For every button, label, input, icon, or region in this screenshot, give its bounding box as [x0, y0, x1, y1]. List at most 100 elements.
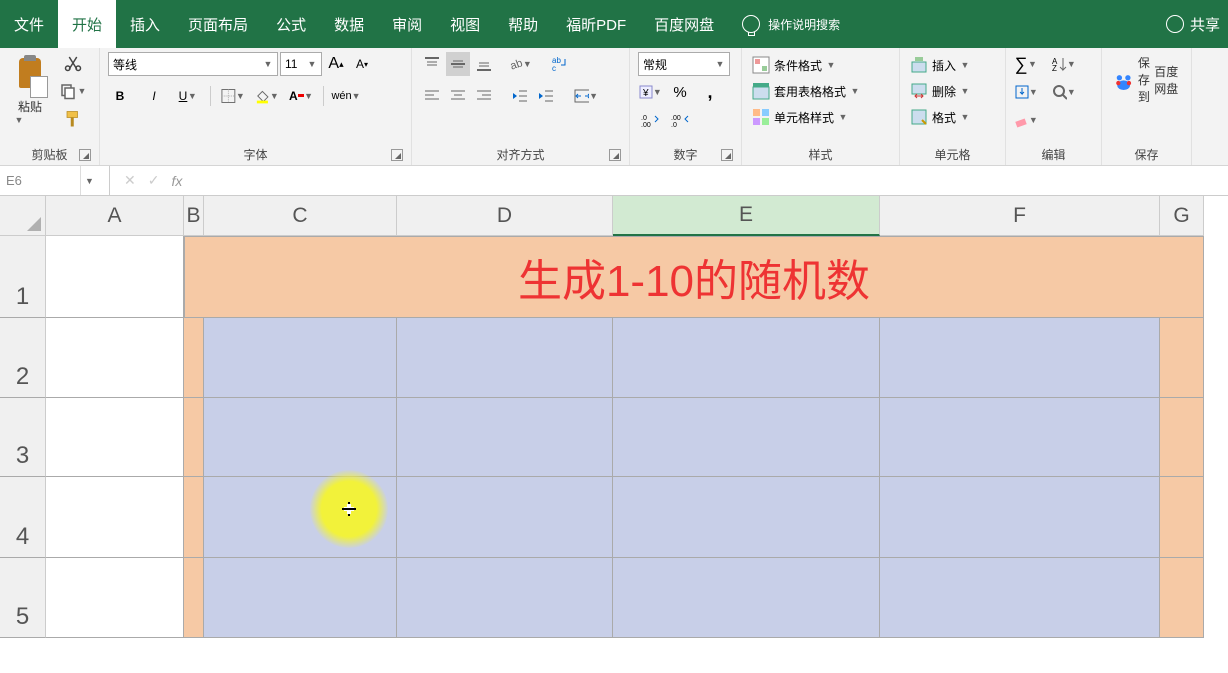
tab-review[interactable]: 审阅 [378, 0, 436, 48]
clear-button[interactable]: ▼ [1014, 108, 1038, 132]
cell[interactable] [46, 477, 184, 558]
cell[interactable] [397, 398, 613, 477]
orientation-button[interactable]: ab▼ [508, 52, 532, 76]
row-header[interactable]: 3 [0, 398, 46, 477]
cell[interactable] [613, 398, 880, 477]
align-middle-button[interactable] [446, 52, 470, 76]
increase-decimal-button[interactable]: .0.00 [638, 108, 662, 132]
column-header[interactable]: C [204, 196, 397, 236]
cell[interactable] [880, 477, 1160, 558]
fx-button[interactable]: fx [171, 173, 182, 189]
tell-me-search[interactable]: 操作说明搜索 [742, 15, 840, 33]
fill-color-button[interactable]: ▼ [255, 84, 279, 108]
align-top-button[interactable] [420, 52, 444, 76]
row-header[interactable]: 4 [0, 477, 46, 558]
cell[interactable] [880, 558, 1160, 638]
cell[interactable] [204, 398, 397, 477]
number-format-select[interactable]: 常规▼ [638, 52, 730, 76]
tab-baidu[interactable]: 百度网盘 [640, 0, 728, 48]
clipboard-launcher[interactable] [79, 149, 91, 161]
column-header[interactable]: A [46, 196, 184, 236]
merged-title-cell[interactable]: 生成1-10的随机数 [184, 236, 1204, 318]
sort-filter-button[interactable]: AZ▼ [1052, 52, 1076, 76]
tab-home[interactable]: 开始 [58, 0, 116, 48]
cell[interactable] [1160, 398, 1204, 477]
tab-help[interactable]: 帮助 [494, 0, 552, 48]
tab-insert[interactable]: 插入 [116, 0, 174, 48]
share-button[interactable]: 共享 [1166, 14, 1220, 35]
tab-file[interactable]: 文件 [0, 0, 58, 48]
decrease-decimal-button[interactable]: .00.0 [668, 108, 692, 132]
tab-data[interactable]: 数据 [320, 0, 378, 48]
cell[interactable] [397, 477, 613, 558]
tab-layout[interactable]: 页面布局 [174, 0, 262, 48]
column-header[interactable]: F [880, 196, 1160, 236]
cut-button[interactable] [56, 52, 90, 74]
align-right-button[interactable] [472, 84, 496, 108]
cell[interactable] [397, 558, 613, 638]
font-launcher[interactable] [391, 149, 403, 161]
align-bottom-button[interactable] [472, 52, 496, 76]
align-center-button[interactable] [446, 84, 470, 108]
wrap-text-button[interactable]: abc [548, 52, 572, 76]
tab-view[interactable]: 视图 [436, 0, 494, 48]
cell[interactable] [1160, 318, 1204, 398]
cell[interactable] [46, 318, 184, 398]
delete-cells-button[interactable]: 删除▼ [908, 78, 997, 104]
merge-center-button[interactable]: ▼ [574, 84, 598, 108]
select-all-button[interactable] [0, 196, 46, 236]
cell[interactable] [613, 318, 880, 398]
cell[interactable] [46, 236, 184, 318]
cell[interactable] [46, 558, 184, 638]
column-header[interactable]: G [1160, 196, 1204, 236]
conditional-format-button[interactable]: 条件格式▼ [750, 52, 891, 78]
enter-formula-button[interactable]: ✓ [148, 172, 160, 189]
cancel-formula-button[interactable]: ✕ [124, 172, 136, 189]
row-header[interactable]: 5 [0, 558, 46, 638]
cell[interactable] [184, 318, 204, 398]
name-box-dropdown[interactable]: ▼ [80, 166, 98, 195]
decrease-indent-button[interactable] [508, 84, 532, 108]
italic-button[interactable]: I [142, 84, 166, 108]
cell[interactable] [184, 477, 204, 558]
format-painter-button[interactable] [56, 108, 90, 130]
cell[interactable] [184, 558, 204, 638]
row-header[interactable]: 2 [0, 318, 46, 398]
paste-button[interactable]: 粘贴 ▼ [8, 52, 52, 130]
formula-input[interactable] [196, 166, 1228, 195]
format-table-button[interactable]: 套用表格格式▼ [750, 78, 891, 104]
percent-format-button[interactable]: % [668, 80, 692, 104]
cell[interactable] [880, 398, 1160, 477]
column-header[interactable]: D [397, 196, 613, 236]
cell[interactable] [1160, 477, 1204, 558]
font-family-select[interactable]: 等线▼ [108, 52, 278, 76]
accounting-format-button[interactable]: ¥▼ [638, 80, 662, 104]
cell[interactable] [204, 558, 397, 638]
increase-font-button[interactable]: A▴ [324, 52, 348, 76]
cell[interactable] [613, 558, 880, 638]
name-box[interactable]: ▼ [0, 166, 110, 195]
autosum-button[interactable]: ∑▼ [1014, 52, 1038, 76]
tab-foxit[interactable]: 福昕PDF [552, 0, 640, 48]
column-header[interactable]: E [613, 196, 880, 236]
number-launcher[interactable] [721, 149, 733, 161]
borders-button[interactable]: ▼ [221, 84, 245, 108]
find-select-button[interactable]: ▼ [1052, 80, 1076, 104]
fill-button[interactable]: ▼ [1014, 80, 1038, 104]
underline-button[interactable]: U▼ [176, 84, 200, 108]
align-left-button[interactable] [420, 84, 444, 108]
phonetic-button[interactable]: wén▼ [334, 84, 358, 108]
row-header[interactable]: 1 [0, 236, 46, 318]
save-baidu-button[interactable]: 保存到 百度网盘 [1110, 52, 1182, 107]
font-color-button[interactable]: A▼ [289, 84, 313, 108]
cell-styles-button[interactable]: 单元格样式▼ [750, 104, 891, 130]
cell[interactable] [46, 398, 184, 477]
tab-formulas[interactable]: 公式 [262, 0, 320, 48]
cell[interactable] [1160, 558, 1204, 638]
bold-button[interactable]: B [108, 84, 132, 108]
comma-format-button[interactable]: , [698, 80, 722, 104]
cell[interactable] [880, 318, 1160, 398]
align-launcher[interactable] [609, 149, 621, 161]
insert-cells-button[interactable]: 插入▼ [908, 52, 997, 78]
decrease-font-button[interactable]: A▾ [350, 52, 374, 76]
